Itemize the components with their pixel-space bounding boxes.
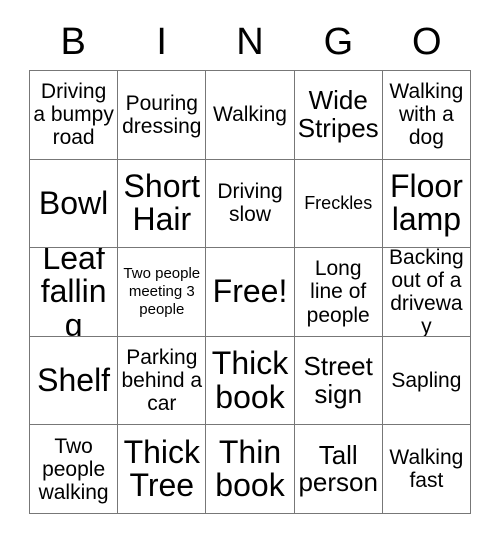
bingo-cell-r2c1[interactable]: Bowl bbox=[30, 159, 119, 249]
bingo-cell-label: Driving a bumpy road bbox=[33, 80, 114, 150]
bingo-cell-r1c5[interactable]: Walking with a dog bbox=[382, 71, 471, 160]
bingo-cell-label: Thick book bbox=[211, 345, 289, 415]
bingo-cell-r2c5[interactable]: Floor lamp bbox=[382, 159, 471, 249]
header-letter-o: O bbox=[412, 21, 442, 63]
bingo-cell-label: Floor lamp bbox=[389, 168, 463, 238]
bingo-cell-label: Walking fast bbox=[389, 446, 464, 493]
bingo-cell-r1c2[interactable]: Pouring dressing bbox=[118, 71, 207, 160]
free-space-label: Free! bbox=[212, 273, 288, 310]
bingo-cell-r5c5[interactable]: Walking fast bbox=[382, 425, 471, 514]
bingo-cell-label: Parking behind a car bbox=[121, 345, 203, 416]
bingo-header: B I N G O bbox=[29, 14, 471, 70]
bingo-cell-r3c1[interactable]: Leaf falling bbox=[30, 248, 119, 337]
bingo-cell-label: Walking with a dog bbox=[389, 80, 464, 150]
bingo-cell-r5c1[interactable]: Two people walking bbox=[30, 425, 119, 514]
bingo-cell-r4c3[interactable]: Thick book bbox=[206, 336, 295, 426]
bingo-cell-r1c1[interactable]: Driving a bumpy road bbox=[30, 71, 119, 160]
bingo-cell-free-space[interactable]: Free! bbox=[206, 248, 295, 337]
bingo-cell-label: Wide Stripes bbox=[297, 85, 379, 143]
bingo-cell-r3c4[interactable]: Long line of people bbox=[294, 248, 383, 337]
bingo-cell-r4c4[interactable]: Street sign bbox=[294, 336, 383, 426]
bingo-cell-r2c3[interactable]: Driving slow bbox=[206, 159, 295, 249]
bingo-cell-label: Street sign bbox=[303, 351, 373, 409]
bingo-cell-r1c3[interactable]: Walking bbox=[206, 71, 295, 160]
bingo-cell-r4c1[interactable]: Shelf bbox=[30, 336, 119, 426]
header-letter-b: B bbox=[60, 21, 86, 63]
bingo-cell-r5c2[interactable]: Thick Tree bbox=[118, 425, 207, 514]
bingo-cell-label: Driving slow bbox=[217, 180, 283, 227]
bingo-cell-label: Backing out of a driveway bbox=[389, 248, 464, 337]
bingo-card: B I N G O Driving a bumpy road Pouring d… bbox=[0, 0, 500, 544]
bingo-cell-label: Thick Tree bbox=[123, 433, 201, 504]
bingo-cell-label: Short Hair bbox=[123, 168, 201, 238]
bingo-cell-r4c2[interactable]: Parking behind a car bbox=[118, 336, 207, 426]
bingo-cell-label: Pouring dressing bbox=[122, 91, 202, 138]
header-letter-n: N bbox=[236, 21, 264, 63]
bingo-cell-label: Tall person bbox=[298, 439, 378, 498]
bingo-cell-r1c4[interactable]: Wide Stripes bbox=[294, 71, 383, 160]
bingo-cell-r2c2[interactable]: Short Hair bbox=[118, 159, 207, 249]
bingo-cell-label: Bowl bbox=[38, 184, 109, 221]
bingo-cell-label: Sapling bbox=[391, 369, 462, 393]
bingo-cell-label: Two people meeting 3 people bbox=[123, 265, 201, 318]
bingo-cell-label: Freckles bbox=[304, 193, 373, 214]
bingo-cell-r4c5[interactable]: Sapling bbox=[382, 336, 471, 426]
header-letter-g: G bbox=[323, 21, 354, 63]
bingo-cell-label: Thin book bbox=[215, 433, 285, 504]
header-letter-i: I bbox=[156, 21, 167, 63]
bingo-cell-r2c4[interactable]: Freckles bbox=[294, 159, 383, 249]
bingo-cell-label: Leaf falling bbox=[40, 248, 107, 337]
bingo-cell-label: Walking bbox=[213, 103, 287, 127]
bingo-cell-label: Long line of people bbox=[306, 257, 370, 327]
bingo-cell-r3c2[interactable]: Two people meeting 3 people bbox=[118, 248, 207, 337]
bingo-cell-label: Two people walking bbox=[38, 434, 109, 504]
bingo-cell-r5c4[interactable]: Tall person bbox=[294, 425, 383, 514]
bingo-cell-r5c3[interactable]: Thin book bbox=[206, 425, 295, 514]
bingo-grid: Driving a bumpy road Pouring dressing Wa… bbox=[29, 70, 471, 514]
bingo-cell-label: Shelf bbox=[37, 361, 111, 398]
bingo-cell-r3c5[interactable]: Backing out of a driveway bbox=[382, 248, 471, 337]
